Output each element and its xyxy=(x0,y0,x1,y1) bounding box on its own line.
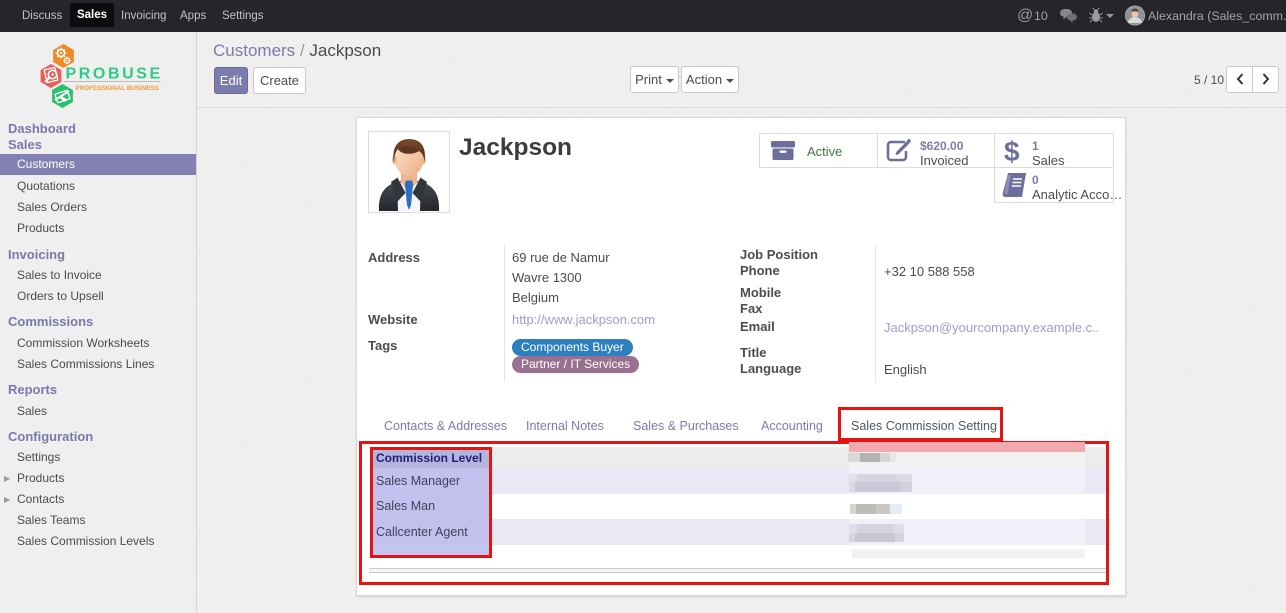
svg-text:PROFESSIONAL BUSINESS: PROFESSIONAL BUSINESS xyxy=(76,85,160,92)
svg-text:PROBUSE: PROBUSE xyxy=(66,66,163,83)
